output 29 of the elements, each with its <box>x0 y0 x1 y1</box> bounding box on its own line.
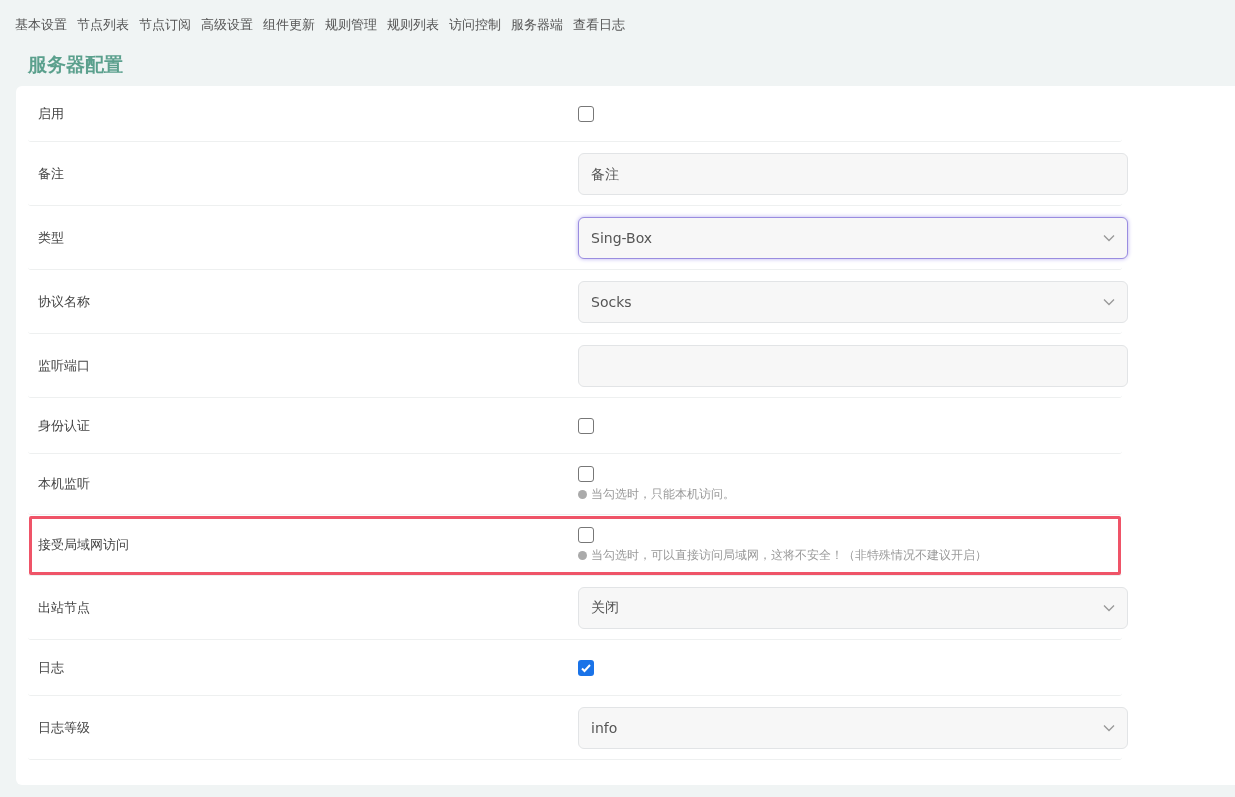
nav-tab[interactable]: 规则列表 <box>382 12 444 38</box>
nav-tab[interactable]: 基本设置 <box>10 12 72 38</box>
hint-text: 当勾选时，可以直接访问局域网，这将不安全！（非特殊情况不建议开启） <box>591 546 987 564</box>
field-label: 备注 <box>37 164 65 183</box>
field-label: 监听端口 <box>37 356 91 375</box>
field-label: 身份认证 <box>37 416 91 435</box>
nav-tab[interactable]: 规则管理 <box>320 12 382 38</box>
nav-tab[interactable]: 访问控制 <box>444 12 506 38</box>
field-label: 日志 <box>37 658 65 677</box>
nav-tab[interactable]: 节点订阅 <box>134 12 196 38</box>
select-field[interactable]: Socks <box>578 280 1128 323</box>
nav-tab[interactable]: 服务器端 <box>506 12 568 38</box>
hint-text: 当勾选时，只能本机访问。 <box>591 485 735 503</box>
field-label: 启用 <box>37 104 65 123</box>
select-field[interactable]: Sing-Box <box>578 216 1128 259</box>
field-label: 出站节点 <box>37 598 91 617</box>
field-label: 日志等级 <box>37 718 91 737</box>
field-label: 接受局域网访问 <box>37 536 130 554</box>
nav-tab[interactable]: 查看日志 <box>568 12 630 38</box>
field-label: 类型 <box>37 228 65 247</box>
nav-tab[interactable]: 高级设置 <box>196 12 258 38</box>
select-field[interactable]: 关闭 <box>578 586 1128 629</box>
field-label: 本机监听 <box>37 475 91 493</box>
nav-tab[interactable]: 组件更新 <box>258 12 320 38</box>
nav-tab[interactable]: 节点列表 <box>72 12 134 38</box>
text-field[interactable]: 备注 <box>578 152 1128 195</box>
field-label: 协议名称 <box>37 292 91 311</box>
section-heading: 服务器配置 <box>28 52 124 77</box>
select-field[interactable]: info <box>578 706 1128 749</box>
